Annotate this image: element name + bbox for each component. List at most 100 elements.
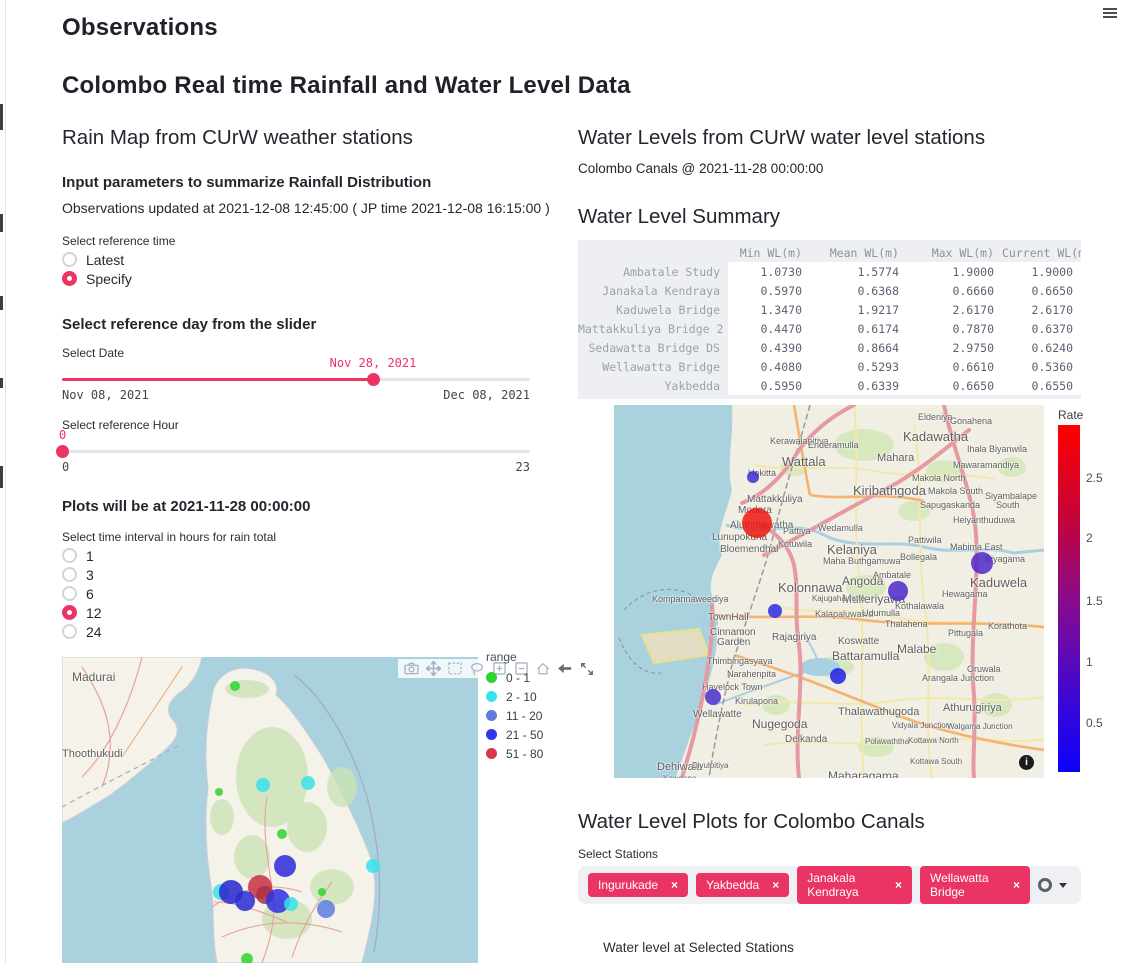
radio-icon[interactable]: [62, 548, 77, 563]
rain-map-section-title: Rain Map from CUrW weather stations: [62, 126, 413, 150]
water-level-map[interactable]: EldeniyaGonahenaKadawathaKerawalapitiyaE…: [614, 405, 1044, 778]
map-marker[interactable]: [888, 581, 908, 601]
value-cell: 1.3470: [728, 300, 810, 319]
plots-at-header: Plots will be at 2021-11-28 00:00:00: [62, 498, 310, 515]
station-pill[interactable]: Janakala Kendraya×: [797, 866, 912, 904]
legend-item-label: 2 - 10: [506, 690, 537, 704]
table-column-header: Min WL(m): [728, 243, 810, 262]
fullscreen-icon[interactable]: [576, 660, 598, 677]
hour-slider-handle[interactable]: [56, 445, 69, 458]
remove-station-icon[interactable]: ×: [1013, 878, 1020, 892]
colorbar-tick-label: 1.5: [1086, 594, 1103, 608]
hour-slider: 0 0 23: [62, 428, 530, 476]
table-column-header: Current WL(m): [1002, 243, 1081, 262]
colorbar-tick-label: 2.5: [1086, 471, 1103, 485]
box-select-icon[interactable]: [444, 660, 466, 677]
interval-option-label: 6: [86, 586, 94, 602]
legend-item[interactable]: 2 - 10: [486, 687, 572, 706]
value-cell: 1.9217: [810, 300, 907, 319]
attribution-info-icon[interactable]: i: [1019, 755, 1034, 770]
rain-map[interactable]: MaduraiThoothukudi: [62, 657, 478, 963]
value-cell: 2.6170: [907, 300, 1002, 319]
table-row: Yakbedda0.59500.63390.66500.6550: [578, 376, 1081, 395]
legend-item[interactable]: 51 - 80: [486, 744, 572, 763]
date-slider-max: Dec 08, 2021: [443, 388, 530, 402]
download-plot-icon[interactable]: [400, 660, 422, 677]
reference-time-option[interactable]: Specify: [62, 269, 132, 288]
value-cell: 0.8664: [810, 338, 907, 357]
map-marker[interactable]: [742, 508, 772, 538]
colorbar-tick-label: 0.5: [1086, 716, 1103, 730]
radio-icon[interactable]: [62, 252, 77, 267]
legend-item[interactable]: 0 - 1: [486, 668, 572, 687]
row-label-cell: Sedawatta Bridge DS: [578, 338, 728, 357]
value-cell: 0.4390: [728, 338, 810, 357]
page-title: Observations: [62, 14, 218, 42]
hour-slider-min: 0: [62, 460, 69, 474]
reference-time-radio-group: Latest Specify: [62, 250, 132, 288]
value-cell: 2.9750: [907, 338, 1002, 357]
remove-station-icon[interactable]: ×: [772, 878, 779, 892]
value-cell: 1.9000: [1002, 262, 1081, 281]
pan-icon[interactable]: [422, 660, 444, 677]
summary-title: Water Level Summary: [578, 205, 780, 229]
map-marker[interactable]: [768, 604, 782, 618]
remove-station-icon[interactable]: ×: [671, 878, 678, 892]
reference-time-option-label: Specify: [86, 271, 132, 287]
interval-option-label: 24: [86, 624, 102, 640]
radio-icon[interactable]: [62, 624, 77, 639]
legend-item-label: 51 - 80: [506, 747, 543, 761]
legend-item[interactable]: 11 - 20: [486, 706, 572, 725]
value-cell: 1.9000: [907, 262, 1002, 281]
radio-icon[interactable]: [62, 567, 77, 582]
value-cell: 0.6660: [907, 281, 1002, 300]
station-pill[interactable]: Ingurukade×: [588, 873, 688, 897]
map-marker[interactable]: [747, 471, 759, 483]
table-column-header: Max WL(m): [907, 243, 1002, 262]
date-slider-handle[interactable]: [367, 373, 380, 386]
hamburger-menu-icon[interactable]: [1103, 8, 1117, 20]
colorbar-ticks: 2.521.510.5: [1056, 425, 1122, 772]
station-pill-label: Wellawatta Bridge: [930, 871, 1000, 899]
value-cell: 1.0730: [728, 262, 810, 281]
lasso-select-icon[interactable]: [466, 660, 488, 677]
select-stations-label: Select Stations: [578, 847, 658, 861]
legend-color-dot: [486, 729, 497, 740]
interval-option[interactable]: 1: [62, 546, 102, 565]
plots-section-title: Water Level Plots for Colombo Canals: [578, 810, 925, 834]
map-marker[interactable]: [830, 668, 846, 684]
water-level-summary-table: Min WL(m)Mean WL(m)Max WL(m)Current WL(m…: [578, 240, 1081, 399]
value-cell: 0.5950: [728, 376, 810, 395]
clipped-text-fragment: [0, 104, 3, 130]
radio-selected-icon[interactable]: [62, 605, 77, 620]
stations-settings-button[interactable]: [1038, 878, 1067, 892]
legend-item-label: 11 - 20: [506, 709, 542, 723]
stations-multiselect[interactable]: Ingurukade×Yakbedda×Janakala Kendraya×We…: [578, 866, 1081, 904]
value-cell: 0.5360: [1002, 357, 1081, 376]
legend-item[interactable]: 21 - 50: [486, 725, 572, 744]
row-label-cell: Janakala Kendraya: [578, 281, 728, 300]
map-marker[interactable]: [705, 689, 721, 705]
hour-slider-value: 0: [59, 428, 66, 442]
legend-color-dot: [486, 710, 497, 721]
table-row: Wellawatta Bridge0.40800.52930.66100.536…: [578, 357, 1081, 376]
interval-option[interactable]: 24: [62, 622, 102, 641]
interval-option[interactable]: 6: [62, 584, 102, 603]
page-left-edge: [0, 0, 6, 963]
interval-option[interactable]: 3: [62, 565, 102, 584]
interval-option[interactable]: 12: [62, 603, 102, 622]
radio-selected-icon[interactable]: [62, 271, 77, 286]
reference-time-option-label: Latest: [86, 252, 124, 268]
colorbar-tick-label: 2: [1086, 531, 1093, 545]
radio-icon[interactable]: [62, 586, 77, 601]
value-cell: 0.6650: [907, 376, 1002, 395]
remove-station-icon[interactable]: ×: [895, 878, 902, 892]
station-pill[interactable]: Yakbedda×: [696, 873, 789, 897]
hour-slider-track[interactable]: [62, 450, 530, 453]
station-pill[interactable]: Wellawatta Bridge ×: [920, 866, 1030, 904]
interval-option-label: 12: [86, 605, 102, 621]
colorbar-title: Rate: [1058, 408, 1122, 422]
reference-time-option[interactable]: Latest: [62, 250, 132, 269]
legend-item-label: 0 - 1: [506, 671, 530, 685]
map-marker[interactable]: [971, 552, 993, 574]
